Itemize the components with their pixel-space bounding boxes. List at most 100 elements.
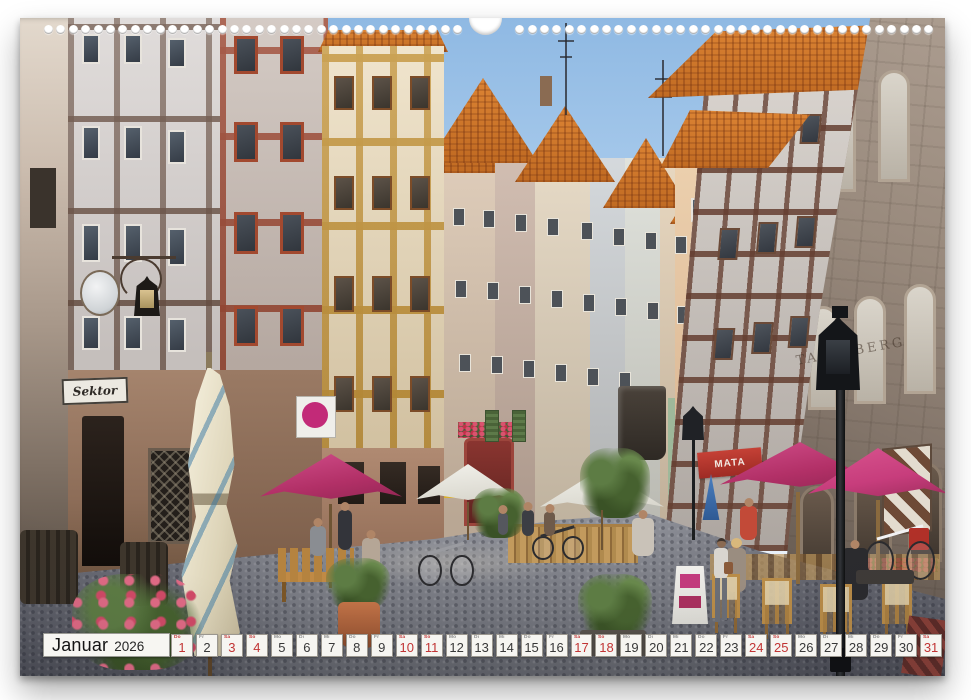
cover-photo-old-town-street: Sektor TAFELBERG MATA [20,18,945,676]
window [234,36,258,74]
punch-hole [69,25,78,34]
window [713,328,736,360]
aframe-poster [680,574,700,588]
window [487,282,499,300]
pedestrian [522,510,534,536]
window [124,316,142,350]
red-pannier [909,528,929,550]
punch-hole [515,25,524,34]
calendar-day-cell: So4 [246,634,268,657]
day-number: 9 [372,640,392,655]
calendar-strip-days: Do1Fr2Sa3So4Mo5Di6Mi7Do8Fr9Sa10So11Mo12D… [171,634,942,657]
window [587,368,599,386]
punch-hole [292,25,301,34]
punch-hole [255,25,264,34]
punch-hole [317,25,326,34]
punch-hole [738,25,747,34]
cafe-chair [762,578,792,624]
window [410,176,430,210]
day-number: 20 [646,640,666,655]
window [148,448,192,544]
day-number: 4 [247,640,267,655]
window [124,126,142,160]
punch-hole [689,25,698,34]
calendar-day-cell: Mi7 [321,634,343,657]
seated-guest [632,518,654,556]
day-number: 11 [422,640,442,655]
window [717,228,740,260]
day-number: 24 [746,640,766,655]
bench-leg [282,582,286,602]
window [878,70,910,182]
wicker-barrel [20,530,78,604]
window [551,290,563,308]
calendar-day-cell: Fr23 [720,634,742,657]
month-name: Januar [52,634,108,656]
aframe-poster [679,596,701,608]
window [168,130,186,164]
cafe-chair [882,578,912,624]
window [581,222,593,240]
punch-hole [56,25,65,34]
punch-hole [230,25,239,34]
punch-hole [552,25,561,34]
gable-roof [428,78,538,163]
calendar-day-cell: Mi14 [496,634,518,657]
green-shutter [485,410,499,442]
window [280,212,304,254]
day-number: 27 [821,640,841,655]
red-frame-house [220,18,328,398]
window [280,36,304,74]
day-number: 1 [172,640,192,655]
window [334,176,354,210]
window [751,322,774,354]
window [675,236,687,254]
calendar-day-cell: Di13 [471,634,493,657]
calendar-day-cell: Mo5 [271,634,293,657]
window [234,122,258,162]
punch-hole [614,25,623,34]
punch-hole [887,25,896,34]
lamppost-glass [826,340,850,374]
calendar-day-cell: So18 [595,634,617,657]
day-number: 18 [596,640,616,655]
punch-hole [81,25,90,34]
dark-doorway [82,416,124,566]
punch-hole [900,25,909,34]
standing-guest [338,510,352,550]
antenna-arm [560,56,572,58]
window [455,280,467,298]
calendar-day-cell: Do29 [870,634,892,657]
calendar-day-cell: So25 [770,634,792,657]
punch-hole [701,25,710,34]
window [647,302,659,320]
punch-hole [776,25,785,34]
punch-hole [838,25,847,34]
punch-hole [726,25,735,34]
window [756,222,779,254]
calendar-day-cell: Di6 [296,634,318,657]
punch-hole [912,25,921,34]
day-number: 7 [322,640,342,655]
punch-hole [156,25,165,34]
waiter-red-shirt [740,506,757,540]
day-number: 13 [472,640,492,655]
calendar-day-cell: Sa3 [221,634,243,657]
punch-hole [143,25,152,34]
punch-hole [788,25,797,34]
punch-hole [218,25,227,34]
day-number: 26 [796,640,816,655]
calendar-day-cell: Mi28 [845,634,867,657]
woman-head [717,538,726,548]
green-bush [580,448,650,518]
punch-hole [664,25,673,34]
day-number: 30 [896,640,916,655]
window [555,364,567,382]
punch-hole [94,25,103,34]
punch-hole [193,25,202,34]
punch-hole [168,25,177,34]
window [453,208,465,226]
punch-hole [813,25,822,34]
window [280,306,304,346]
punch-hole [342,25,351,34]
